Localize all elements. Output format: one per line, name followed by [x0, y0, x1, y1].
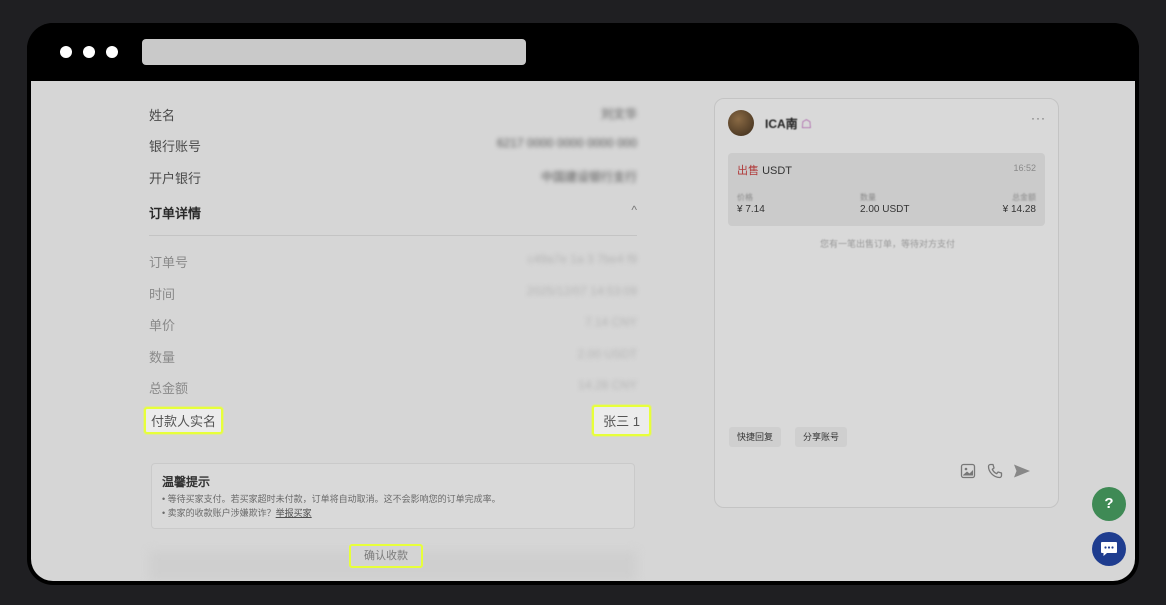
report-buyer-link[interactable]: 举报买家 — [276, 508, 312, 518]
unit-price-value: 7.14 CNY — [584, 315, 637, 329]
order-summary-card: 出售 USDT 16:52 价格 ¥ 7.14 数量 2.00 USDT 总金额… — [728, 153, 1045, 226]
page-viewport: 姓名 刘文华 银行账号 6217 0000 0000 0000 000 开户银行… — [31, 81, 1135, 581]
payer-name-value: 张三 1 — [592, 405, 651, 436]
send-icon[interactable] — [1013, 463, 1031, 479]
order-details-title: 订单详情 — [149, 206, 202, 221]
total-label: 总金额 — [149, 381, 189, 396]
quantity-value: 2.00 USDT — [577, 347, 637, 361]
image-icon[interactable] — [960, 463, 976, 479]
avatar[interactable] — [728, 110, 754, 136]
help-button[interactable]: ? — [1092, 487, 1126, 521]
help-icon: ? — [1104, 495, 1114, 512]
tips-title: 温馨提示 — [162, 475, 211, 489]
quick-reply-button[interactable]: 快捷回复 — [729, 427, 782, 447]
order-type: 出售 USDT — [737, 162, 792, 178]
name-row: 姓名 刘文华 — [149, 103, 637, 125]
tip-line-1: • 等待买家支付。若买家超时未付款，订单将自动取消。这不会影响您的订单完成率。 — [162, 494, 501, 504]
payer-name-label: 付款人实名 — [144, 407, 224, 434]
account-value: 6217 0000 0000 0000 000 — [496, 136, 637, 150]
address-bar[interactable] — [142, 39, 526, 65]
window-dot-1[interactable] — [60, 46, 72, 58]
collapse-icon[interactable]: ^ — [631, 203, 637, 217]
badge-icon: ☖ — [801, 117, 812, 131]
chat-user-name-text: ICA南 — [765, 117, 798, 131]
system-message: 您有一笔出售订单，等待对方支付 — [819, 239, 955, 249]
account-label: 银行账号 — [149, 139, 202, 154]
unit-price-label: 单价 — [149, 318, 176, 333]
name-value: 刘文华 — [600, 107, 637, 121]
account-row: 银行账号 6217 0000 0000 0000 000 — [149, 134, 637, 156]
divider — [149, 235, 637, 236]
order-panel: 姓名 刘文华 银行账号 6217 0000 0000 0000 000 开户银行… — [144, 81, 651, 581]
card-total-value: ¥ 14.28 — [1002, 204, 1036, 215]
time-label: 时间 — [149, 287, 176, 302]
card-qty-value: 2.00 USDT — [860, 204, 910, 215]
more-icon[interactable]: ··· — [1031, 111, 1046, 125]
window-dot-3[interactable] — [106, 46, 118, 58]
card-total-label: 总金额 — [1012, 193, 1036, 202]
warm-tips-box: 温馨提示 • 等待买家支付。若买家超时未付款，订单将自动取消。这不会影响您的订单… — [151, 463, 635, 529]
order-no-row: 订单号 c49a7e 1a 3 7be4 f9 — [149, 250, 637, 272]
order-card-time: 16:52 — [1013, 163, 1036, 173]
chat-support-button[interactable] — [1092, 532, 1126, 566]
time-row: 时间 2025/12/07 14:53:09 — [149, 282, 637, 304]
phone-icon[interactable] — [987, 463, 1003, 479]
bank-label: 开户银行 — [149, 171, 202, 186]
order-no-label: 订单号 — [149, 255, 189, 270]
unit-price-row: 单价 7.14 CNY — [149, 313, 637, 335]
order-no-value: c49a7e 1a 3 7be4 f9 — [527, 252, 637, 266]
chat-panel: ICA南 ☖ ··· 出售 USDT 16:52 价格 ¥ 7.14 数量 2.… — [714, 98, 1059, 508]
chat-bubble-icon — [1101, 542, 1117, 556]
window-dot-2[interactable] — [83, 46, 95, 58]
quantity-label: 数量 — [149, 350, 176, 365]
order-details-header[interactable]: 订单详情 ^ — [149, 201, 637, 223]
bank-row: 开户银行 中国建设银行支行 — [149, 166, 637, 188]
bank-value: 中国建设银行支行 — [540, 170, 637, 184]
browser-window: 姓名 刘文华 银行账号 6217 0000 0000 0000 000 开户银行… — [27, 23, 1139, 585]
time-value: 2025/12/07 14:53:09 — [526, 284, 637, 298]
total-row: 总金额 14.28 CNY — [149, 376, 637, 398]
quantity-row: 数量 2.00 USDT — [149, 345, 637, 367]
tip-line-2: • 卖家的收款账户涉嫌欺诈？举报买家 — [162, 506, 312, 519]
card-price-label: 价格 — [737, 193, 753, 202]
card-qty-label: 数量 — [860, 193, 876, 202]
order-side: 出售 — [737, 165, 759, 177]
order-asset: USDT — [762, 165, 793, 177]
share-account-button[interactable]: 分享账号 — [795, 427, 848, 447]
card-price-value: ¥ 7.14 — [737, 204, 765, 215]
title-bar — [27, 23, 1139, 81]
total-value: 14.28 CNY — [578, 378, 637, 392]
tip-line-2-text: • 卖家的收款账户涉嫌欺诈？ — [162, 508, 276, 518]
confirm-receipt-button[interactable]: 确认收款 — [349, 544, 423, 568]
name-label: 姓名 — [149, 108, 176, 123]
chat-user-name: ICA南 ☖ — [765, 115, 812, 132]
